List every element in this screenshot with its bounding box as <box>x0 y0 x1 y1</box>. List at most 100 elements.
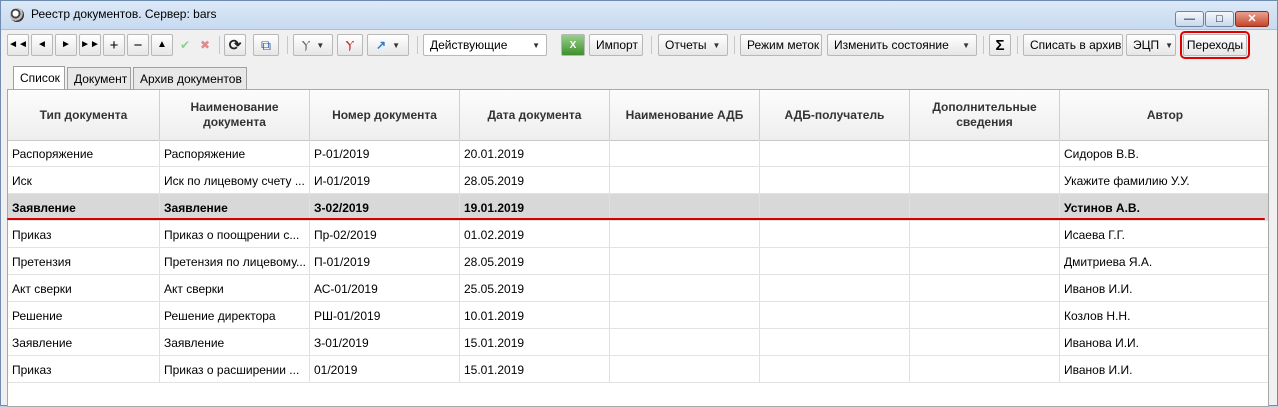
table-cell[interactable] <box>760 140 910 166</box>
table-cell[interactable]: Заявление <box>8 329 160 355</box>
column-header[interactable]: Автор <box>1060 90 1268 140</box>
table-cell[interactable] <box>910 275 1060 301</box>
table-cell[interactable] <box>910 194 1060 220</box>
table-cell[interactable]: И-01/2019 <box>310 167 460 193</box>
table-cell[interactable] <box>610 248 760 274</box>
add-button[interactable]: + <box>103 34 125 56</box>
table-cell[interactable]: Претензия по лицевому... <box>160 248 310 274</box>
transitions-button[interactable]: Переходы <box>1180 31 1250 59</box>
table-cell[interactable] <box>610 194 760 220</box>
table-cell[interactable] <box>910 221 1060 247</box>
table-cell[interactable] <box>910 167 1060 193</box>
nav-prev-button[interactable]: ◄ <box>31 34 53 56</box>
table-cell[interactable]: Сидоров В.В. <box>1060 140 1268 166</box>
column-header[interactable]: Наименование документа <box>160 90 310 140</box>
goto-button[interactable]: ↗ ▼ <box>367 34 409 56</box>
table-cell[interactable]: Дмитриева Я.А. <box>1060 248 1268 274</box>
table-cell[interactable] <box>610 140 760 166</box>
status-filter-combo[interactable]: Действующие ▼ <box>423 34 547 56</box>
table-cell[interactable]: Приказ о расширении ... <box>160 356 310 382</box>
close-button[interactable]: ✕ <box>1235 11 1269 27</box>
table-cell[interactable] <box>610 221 760 247</box>
table-cell[interactable] <box>910 248 1060 274</box>
column-header[interactable]: АДБ-получатель <box>760 90 910 140</box>
table-cell[interactable]: Пр-02/2019 <box>310 221 460 247</box>
table-cell[interactable]: Устинов А.В. <box>1060 194 1268 220</box>
tab-document[interactable]: Документ <box>67 67 131 89</box>
table-cell[interactable] <box>760 221 910 247</box>
maximize-button[interactable]: □ <box>1205 11 1234 27</box>
table-cell[interactable]: 15.01.2019 <box>460 329 610 355</box>
table-cell[interactable]: Приказ о поощрении с... <box>160 221 310 247</box>
filter-button[interactable]: Ⲩ ▼ <box>293 34 333 56</box>
table-cell[interactable] <box>760 167 910 193</box>
nav-first-button[interactable]: ◄◄ <box>7 34 29 56</box>
column-header[interactable]: Дата документа <box>460 90 610 140</box>
table-row[interactable]: Иск Иск по лицевому счету ... И-01/2019 28.… <box>8 167 1268 194</box>
table-cell[interactable]: 28.05.2019 <box>460 167 610 193</box>
table-cell[interactable] <box>910 140 1060 166</box>
column-header[interactable]: Тип документа <box>8 90 160 140</box>
table-cell[interactable]: 01.02.2019 <box>460 221 610 247</box>
table-cell[interactable]: Козлов Н.Н. <box>1060 302 1268 328</box>
table-cell[interactable] <box>760 329 910 355</box>
table-cell[interactable] <box>610 275 760 301</box>
table-cell[interactable] <box>610 356 760 382</box>
cancel-button[interactable]: ✖ <box>195 34 215 56</box>
table-cell[interactable]: Укажите фамилию У.У. <box>1060 167 1268 193</box>
table-cell[interactable] <box>760 194 910 220</box>
table-cell[interactable]: Иванов И.И. <box>1060 275 1268 301</box>
table-row[interactable]: Приказ Приказ о расширении ... 01/2019 15.0… <box>8 356 1268 383</box>
column-header[interactable]: Дополнительные сведения <box>910 90 1060 140</box>
table-cell[interactable]: З-02/2019 <box>310 194 460 220</box>
nav-next-button[interactable]: ► <box>55 34 77 56</box>
confirm-button[interactable]: ✔ <box>175 34 195 56</box>
table-cell[interactable]: 01/2019 <box>310 356 460 382</box>
table-cell[interactable]: АС-01/2019 <box>310 275 460 301</box>
table-cell[interactable] <box>910 302 1060 328</box>
table-cell[interactable] <box>910 356 1060 382</box>
table-cell[interactable] <box>910 329 1060 355</box>
table-row-selected[interactable]: Заявление Заявление З-02/2019 19.01.2019 Уст… <box>8 194 1268 221</box>
filter-clear-button[interactable]: Ⲩ <box>337 34 363 56</box>
table-cell[interactable]: Заявление <box>160 329 310 355</box>
table-row[interactable]: Распоряжение Распоряжение Р-01/2019 20.01.2… <box>8 140 1268 167</box>
marks-mode-button[interactable]: Режим меток <box>740 34 822 56</box>
table-row[interactable]: Заявление Заявление З-01/2019 15.01.2019 Ива… <box>8 329 1268 356</box>
table-cell[interactable]: Акт сверки <box>160 275 310 301</box>
table-cell[interactable] <box>760 248 910 274</box>
table-cell[interactable]: РШ-01/2019 <box>310 302 460 328</box>
table-cell[interactable]: Распоряжение <box>8 140 160 166</box>
copy-button[interactable]: ⧉ <box>253 34 279 56</box>
table-cell[interactable]: Акт сверки <box>8 275 160 301</box>
refresh-button[interactable]: ⟳ <box>224 34 246 56</box>
nav-last-button[interactable]: ►► <box>79 34 101 56</box>
minimize-button[interactable]: — <box>1175 11 1204 27</box>
table-cell[interactable]: Приказ <box>8 356 160 382</box>
table-cell[interactable] <box>610 302 760 328</box>
column-header[interactable]: Наименование АДБ <box>610 90 760 140</box>
column-header[interactable]: Номер документа <box>310 90 460 140</box>
table-row[interactable]: Решение Решение директора РШ-01/2019 10.01.… <box>8 302 1268 329</box>
table-cell[interactable]: П-01/2019 <box>310 248 460 274</box>
table-cell[interactable]: З-01/2019 <box>310 329 460 355</box>
table-cell[interactable]: Иванов И.И. <box>1060 356 1268 382</box>
move-up-button[interactable]: ▲ <box>151 34 173 56</box>
tab-archive[interactable]: Архив документов <box>133 67 247 89</box>
table-cell[interactable]: Распоряжение <box>160 140 310 166</box>
import-icon-button[interactable]: X <box>561 34 585 56</box>
table-cell[interactable] <box>760 275 910 301</box>
sum-button[interactable]: Σ <box>989 34 1011 56</box>
archive-button[interactable]: Списать в архив <box>1023 34 1123 56</box>
table-row[interactable]: Приказ Приказ о поощрении с... Пр-02/2019 0… <box>8 221 1268 248</box>
table-cell[interactable]: Иск <box>8 167 160 193</box>
tab-list[interactable]: Список <box>13 66 65 90</box>
table-cell[interactable] <box>610 329 760 355</box>
ecp-button[interactable]: ЭЦП ▼ <box>1126 34 1176 56</box>
import-button[interactable]: Импорт <box>589 34 643 56</box>
table-row[interactable]: Акт сверки Акт сверки АС-01/2019 25.05.2019… <box>8 275 1268 302</box>
table-cell[interactable]: Решение директора <box>160 302 310 328</box>
table-cell[interactable] <box>760 302 910 328</box>
table-cell[interactable]: Заявление <box>160 194 310 220</box>
table-cell[interactable]: Заявление <box>8 194 160 220</box>
